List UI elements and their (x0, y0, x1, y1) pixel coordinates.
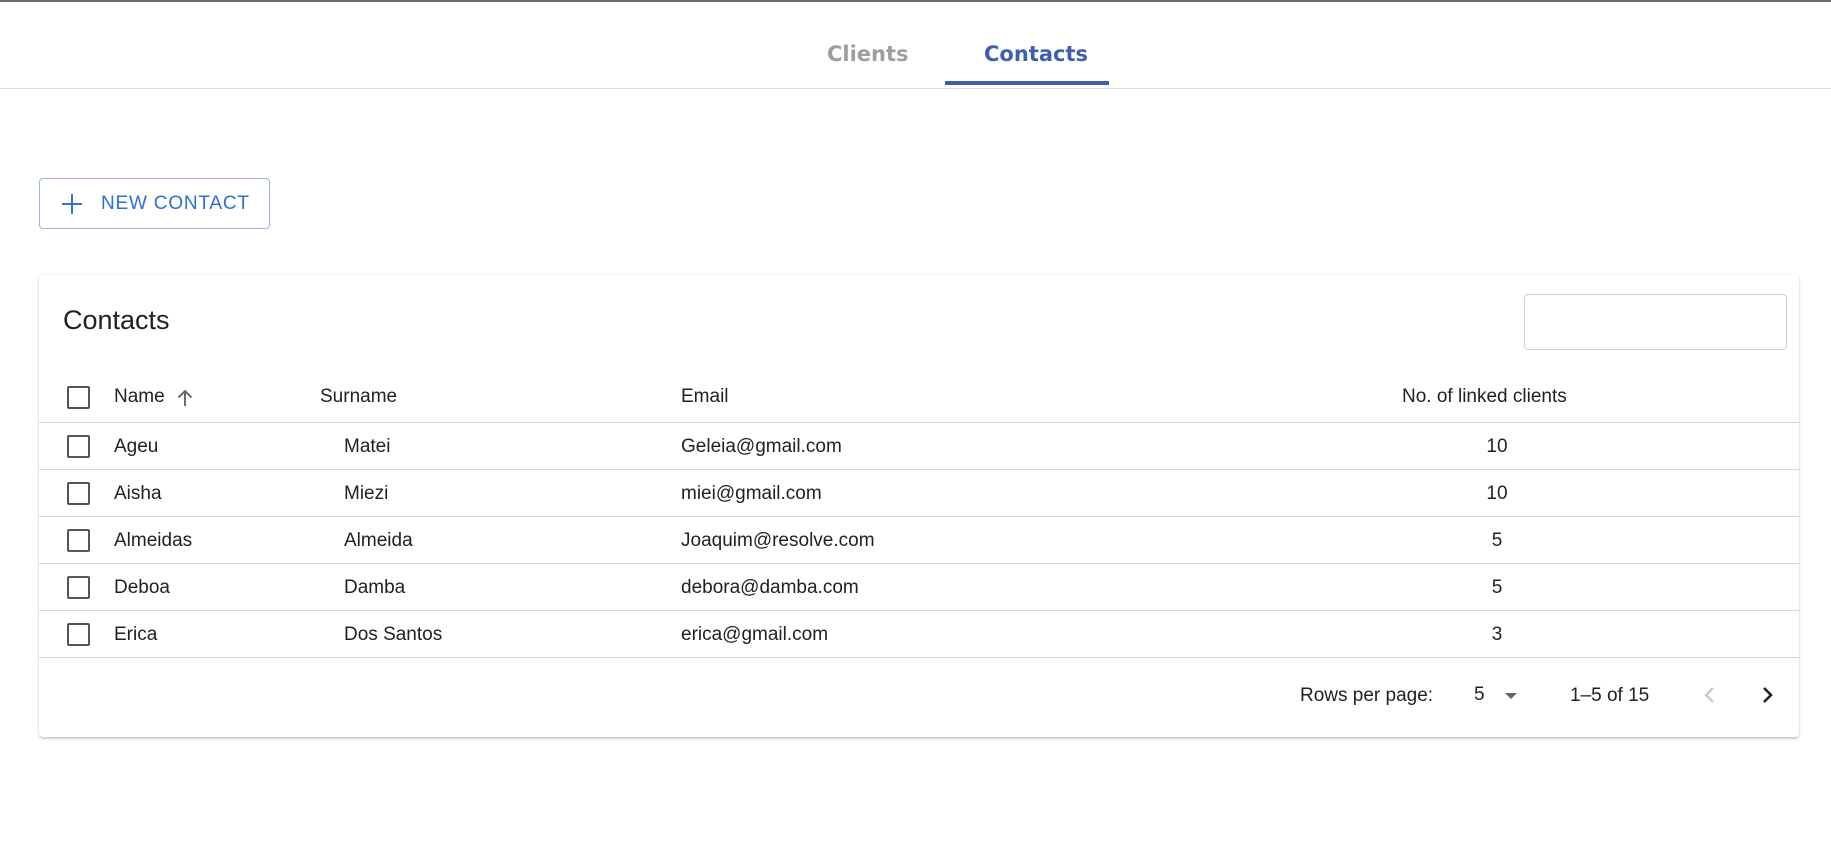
caret-down-icon (1505, 693, 1517, 699)
cell-email: erica@gmail.com (681, 624, 829, 645)
row-checkbox[interactable] (67, 482, 90, 505)
cell-surname: Dos Santos (344, 624, 443, 645)
rows-per-page-value: 5 (1474, 684, 1485, 705)
table-row[interactable]: Ageu Matei Geleia@gmail.com 10 (39, 423, 1799, 470)
cell-name: Almeidas (114, 530, 193, 551)
table-row[interactable]: Erica Dos Santos erica@gmail.com 3 (39, 611, 1799, 658)
cell-email: debora@damba.com (681, 577, 859, 598)
pagination: Rows per page: 5 1–5 of 15 (39, 653, 1799, 737)
contacts-table-card: Contacts Name Surname Email No. of linke… (39, 275, 1799, 737)
cell-surname: Damba (344, 577, 406, 598)
cell-linked-clients: 5 (1491, 577, 1503, 598)
cell-surname: Matei (344, 436, 391, 457)
cell-email: miei@gmail.com (681, 483, 822, 504)
row-checkbox[interactable] (67, 623, 90, 646)
cell-name: Erica (114, 624, 158, 645)
column-header-name[interactable]: Name (114, 386, 165, 408)
row-checkbox[interactable] (67, 435, 90, 458)
table-header-row: Name Surname Email No. of linked clients (39, 371, 1799, 423)
plus-icon (62, 193, 82, 214)
row-checkbox[interactable] (67, 529, 90, 552)
cell-linked-clients: 10 (1486, 436, 1508, 457)
cell-name: Deboa (114, 577, 170, 598)
select-all-checkbox[interactable] (67, 386, 90, 409)
cell-name: Aisha (114, 483, 162, 504)
cell-linked-clients: 10 (1486, 483, 1508, 504)
table-title: Contacts (63, 305, 170, 335)
search-input[interactable] (1524, 294, 1787, 350)
chevron-left-icon[interactable] (1694, 679, 1726, 711)
table-row[interactable]: Almeidas Almeida Joaquim@resolve.com 5 (39, 517, 1799, 564)
cell-name: Ageu (114, 436, 159, 457)
cell-linked-clients: 3 (1491, 624, 1503, 645)
active-tab-indicator (945, 81, 1109, 85)
chevron-right-icon[interactable] (1751, 679, 1783, 711)
new-contact-label: NEW CONTACT (101, 192, 250, 214)
tab-contacts[interactable]: Contacts (984, 42, 1088, 66)
cell-surname: Almeida (344, 530, 413, 551)
column-header-surname[interactable]: Surname (320, 386, 397, 408)
arrow-up-icon[interactable] (175, 388, 195, 408)
cell-linked-clients: 5 (1491, 530, 1503, 551)
row-checkbox[interactable] (67, 576, 90, 599)
cell-surname: Miezi (344, 483, 389, 504)
cell-email: Joaquim@resolve.com (681, 530, 875, 551)
table-row[interactable]: Deboa Damba debora@damba.com 5 (39, 564, 1799, 611)
column-header-linked-clients[interactable]: No. of linked clients (1402, 386, 1567, 408)
new-contact-button[interactable]: NEW CONTACT (39, 178, 270, 229)
page-range: 1–5 of 15 (1570, 685, 1650, 706)
rows-per-page-select[interactable]: 5 (1474, 681, 1534, 709)
column-header-email[interactable]: Email (681, 386, 729, 408)
tab-bar: Clients Contacts (0, 2, 1831, 89)
cell-email: Geleia@gmail.com (681, 436, 842, 457)
tab-clients[interactable]: Clients (827, 42, 909, 66)
rows-per-page-label: Rows per page: (1300, 685, 1434, 706)
table-row[interactable]: Aisha Miezi miei@gmail.com 10 (39, 470, 1799, 517)
